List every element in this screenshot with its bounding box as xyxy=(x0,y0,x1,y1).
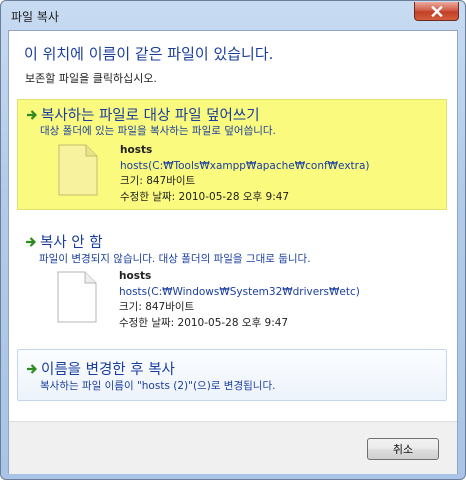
dialog-instruction: 보존할 파일을 클릭하십시오. xyxy=(25,72,157,85)
skip-option-title: 복사 안 함 xyxy=(25,231,103,252)
rename-option-description: 복사하는 파일 이름이 "hosts (2)"(으)로 변경됩니다. xyxy=(40,380,276,392)
file-name: hosts xyxy=(119,270,152,282)
dialog-footer: 취소 xyxy=(9,421,457,474)
file-location: hosts(C:₩Tools₩xampp₩apache₩conf₩extra) xyxy=(120,159,370,172)
rename-option[interactable]: 이름을 변경한 후 복사 복사하는 파일 이름이 "hosts (2)"(으)로… xyxy=(17,349,447,401)
dialog-headline: 이 위치에 이름이 같은 파일이 있습니다. xyxy=(24,45,274,63)
replace-option-description: 대상 폴더에 있는 파일을 복사하는 파일로 덮어씁니다. xyxy=(40,125,276,137)
window-title: 파일 복사 xyxy=(11,10,59,24)
replace-option[interactable]: 복사하는 파일로 대상 파일 덮어쓰기 대상 폴더에 있는 파일을 복사하는 파… xyxy=(17,99,447,210)
title-bar[interactable]: 파일 복사 xyxy=(1,1,465,29)
green-arrow-icon xyxy=(27,364,38,374)
file-location: hosts(C:₩Windows₩System32₩drivers₩etc) xyxy=(119,285,360,298)
green-arrow-icon xyxy=(27,110,38,120)
skip-option-description: 파일이 변경되지 않습니다. 대상 폴더의 파일을 그대로 둡니다. xyxy=(39,253,311,265)
cancel-button[interactable]: 취소 xyxy=(367,438,439,460)
green-arrow-icon xyxy=(26,237,37,247)
file-modified: 수정한 날짜: 2010-05-28 오후 9:47 xyxy=(120,190,290,203)
replace-file-info: hosts hosts(C:₩Tools₩xampp₩apache₩conf₩e… xyxy=(120,143,370,205)
rename-option-title: 이름을 변경한 후 복사 xyxy=(26,358,175,379)
file-copy-dialog: 파일 복사 이 위치에 이름이 같은 파일이 있습니다. 보존할 파일을 클릭하… xyxy=(0,0,466,480)
dialog-content: 이 위치에 이름이 같은 파일이 있습니다. 보존할 파일을 클릭하십시오. 복… xyxy=(8,30,458,474)
replace-option-title: 복사하는 파일로 대상 파일 덮어쓰기 xyxy=(26,104,260,125)
skip-file-info: hosts hosts(C:₩Windows₩System32₩drivers₩… xyxy=(119,269,360,331)
file-icon xyxy=(58,144,98,196)
skip-option[interactable]: 복사 안 함 파일이 변경되지 않습니다. 대상 폴더의 파일을 그대로 둡니다… xyxy=(17,219,445,329)
file-modified: 수정한 날짜: 2010-05-28 오후 9:47 xyxy=(119,316,289,329)
file-icon xyxy=(57,271,97,323)
file-size: 크기: 847바이트 xyxy=(120,175,196,187)
file-size: 크기: 847바이트 xyxy=(119,301,195,313)
close-icon xyxy=(430,5,443,17)
close-button[interactable] xyxy=(414,2,459,21)
file-name: hosts xyxy=(120,144,153,156)
